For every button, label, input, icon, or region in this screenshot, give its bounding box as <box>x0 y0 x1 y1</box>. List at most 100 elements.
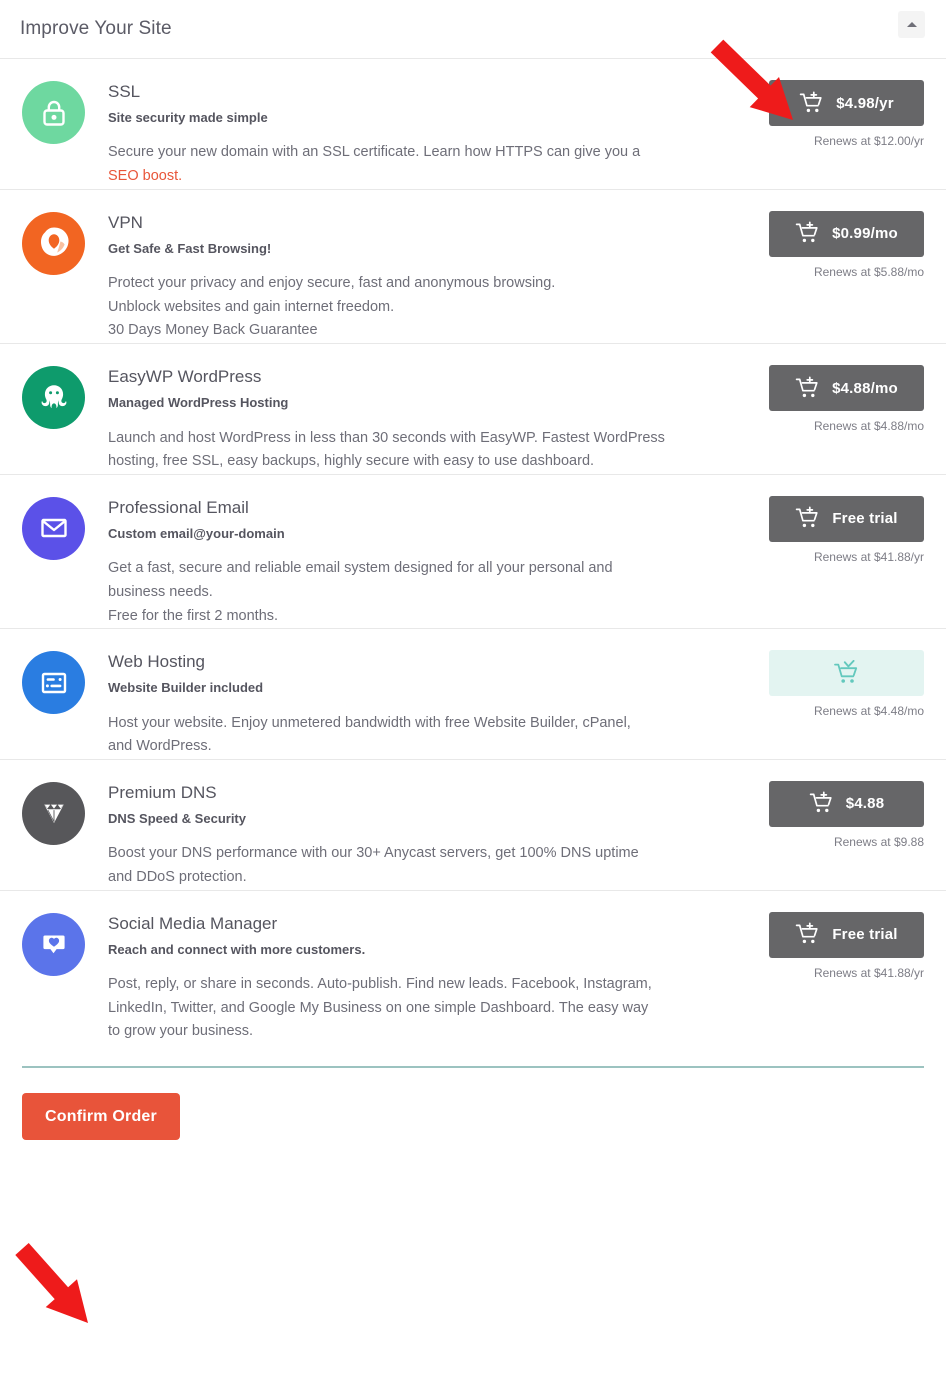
panel-header: Improve Your Site <box>0 0 946 58</box>
add-to-cart-button-social-media-manager[interactable]: Free trial <box>769 911 924 958</box>
service-cta-col: $4.88/mo Renews at $4.88/mo <box>749 344 924 474</box>
cta-label: Free trial <box>832 510 898 528</box>
add-to-cart-button-ssl[interactable]: $4.98/yr <box>769 80 924 126</box>
renewal-price: Renews at $9.88 <box>833 834 924 849</box>
description-line: business needs. <box>108 583 213 600</box>
service-text-col: SSL Site security made simple Secure your … <box>108 59 749 189</box>
cart-plus-icon <box>795 922 820 947</box>
service-icon-col <box>22 190 108 343</box>
service-icon-col <box>22 629 108 759</box>
add-to-cart-button-premium-dns[interactable]: $4.88 <box>769 780 924 827</box>
description-line: and DDoS protection. <box>108 869 247 886</box>
confirm-order-button[interactable]: Confirm Order <box>22 1093 180 1141</box>
description-line: Unblock websites and gain internet freed… <box>108 298 395 315</box>
service-icon-col <box>22 475 108 628</box>
lock-icon <box>22 81 85 144</box>
service-subtitle: Managed WordPress Hosting <box>108 395 289 411</box>
service-subtitle: Website Builder included <box>108 680 264 696</box>
footer-divider <box>22 1066 924 1069</box>
service-list: SSL Site security made simple Secure your … <box>0 58 946 1044</box>
description-line: to grow your business. <box>108 1023 254 1040</box>
service-icon-col <box>22 59 108 189</box>
caret-up-icon <box>906 22 917 27</box>
renewal-price: Renews at $12.00/yr <box>813 134 924 148</box>
cta-label: $4.88/mo <box>832 379 898 397</box>
arrow-to-confirm-order <box>15 1243 88 1323</box>
service-description: Protect your privacy and enjoy secure, f… <box>108 272 739 343</box>
cart-plus-icon <box>795 376 820 401</box>
service-description: Boost your DNS performance with our 30+ … <box>108 842 739 889</box>
service-cta-col: Free trial Renews at $41.88/yr <box>749 891 924 1044</box>
add-to-cart-button-vpn[interactable]: $0.99/mo <box>769 210 924 257</box>
service-title: Professional Email <box>108 497 249 517</box>
service-subtitle: Site security made simple <box>108 109 268 125</box>
service-cta-col: $0.99/mo Renews at $5.88/mo <box>749 190 924 343</box>
envelope-icon <box>22 496 85 560</box>
service-description: Secure your new domain with an SSL certi… <box>108 141 739 188</box>
add-to-cart-button-web-hosting[interactable] <box>769 650 924 697</box>
description-line: hosting, free SSL, easy backups, highly … <box>108 453 595 470</box>
chat-heart-icon <box>22 912 85 976</box>
description-line: LinkedIn, Twitter, and Google My Busines… <box>108 999 649 1016</box>
service-row-vpn: VPN Get Safe & Fast Browsing! Protect your… <box>0 188 946 343</box>
add-to-cart-button-easywp[interactable]: $4.88/mo <box>769 365 924 412</box>
service-cta-col: Renews at $4.48/mo <box>749 629 924 759</box>
cart-plus-icon <box>795 221 820 246</box>
cart-check-icon <box>833 659 860 687</box>
server-panel-icon <box>22 651 85 715</box>
description-line: and WordPress. <box>108 738 212 755</box>
service-row-web-hosting: Web Hosting Website Builder included Host … <box>0 628 946 759</box>
service-description: Host your website. Enjoy unmetered bandw… <box>108 712 739 759</box>
service-icon-col <box>22 344 108 474</box>
description-line: Boost your DNS performance with our 30+ … <box>108 845 639 862</box>
cta-label: $4.98/yr <box>836 94 894 112</box>
description-line: Free for the first 2 months. <box>108 607 279 624</box>
service-subtitle: DNS Speed & Security <box>108 810 246 826</box>
cart-plus-icon <box>809 791 834 816</box>
service-icon-col <box>22 891 108 1044</box>
service-cta-col: Free trial Renews at $41.88/yr <box>749 475 924 628</box>
vpn-shield-icon <box>22 211 85 275</box>
service-text-col: EasyWP WordPress Managed WordPress Hostin… <box>108 344 749 474</box>
service-description: Launch and host WordPress in less than 3… <box>108 427 739 474</box>
cta-label: $4.88 <box>845 795 885 813</box>
service-subtitle: Get Safe & Fast Browsing! <box>108 240 272 256</box>
cta-label: Free trial <box>832 926 898 944</box>
service-row-premium-dns: Premium DNS DNS Speed & Security Boost you… <box>0 758 946 890</box>
service-description: Post, reply, or share in seconds. Auto-p… <box>108 973 739 1044</box>
service-subtitle: Custom email@your-domain <box>108 525 285 541</box>
description-line: 30 Days Money Back Guarantee <box>108 322 318 339</box>
service-title: VPN <box>108 212 143 232</box>
service-text-col: Premium DNS DNS Speed & Security Boost you… <box>108 760 749 890</box>
renewal-price: Renews at $41.88/yr <box>813 965 924 980</box>
renewal-price: Renews at $4.88/mo <box>813 419 924 434</box>
service-title: Premium DNS <box>108 782 217 802</box>
octopus-icon <box>22 366 85 430</box>
service-title: Web Hosting <box>108 652 206 672</box>
service-row-ssl: SSL Site security made simple Secure your … <box>0 58 946 189</box>
service-description: Get a fast, secure and reliable email sy… <box>108 557 739 628</box>
service-title: SSL <box>108 82 141 101</box>
service-row-easywp: EasyWP WordPress Managed WordPress Hostin… <box>0 343 946 474</box>
add-to-cart-button-email[interactable]: Free trial <box>769 495 924 542</box>
service-text-col: Professional Email Custom email@your-doma… <box>108 475 749 628</box>
renewal-price: Renews at $5.88/mo <box>813 264 924 279</box>
service-row-social-media-manager: Social Media Manager Reach and connect wi… <box>0 889 946 1044</box>
order-footer: Confirm Order <box>0 1066 946 1141</box>
page-title: Improve Your Site <box>20 18 172 39</box>
diamond-icon <box>22 781 85 845</box>
cart-plus-icon <box>795 506 820 531</box>
service-cta-col: $4.88 Renews at $9.88 <box>749 760 924 890</box>
description-line: Get a fast, secure and reliable email sy… <box>108 560 613 577</box>
description-line: Protect your privacy and enjoy secure, f… <box>108 275 556 292</box>
service-title: Social Media Manager <box>108 913 278 933</box>
service-subtitle: Reach and connect with more customers. <box>108 941 366 957</box>
service-text-col: VPN Get Safe & Fast Browsing! Protect your… <box>108 190 749 343</box>
cart-plus-icon <box>799 90 824 116</box>
seo-boost-link[interactable]: SEO boost. <box>108 168 182 184</box>
service-cta-col: $4.98/yr Renews at $12.00/yr <box>749 59 924 189</box>
renewal-price: Renews at $4.48/mo <box>813 704 924 719</box>
description-line: Secure your new domain with an SSL certi… <box>108 144 641 161</box>
service-text-col: Web Hosting Website Builder included Host … <box>108 629 749 759</box>
collapse-panel-button[interactable] <box>898 11 925 38</box>
